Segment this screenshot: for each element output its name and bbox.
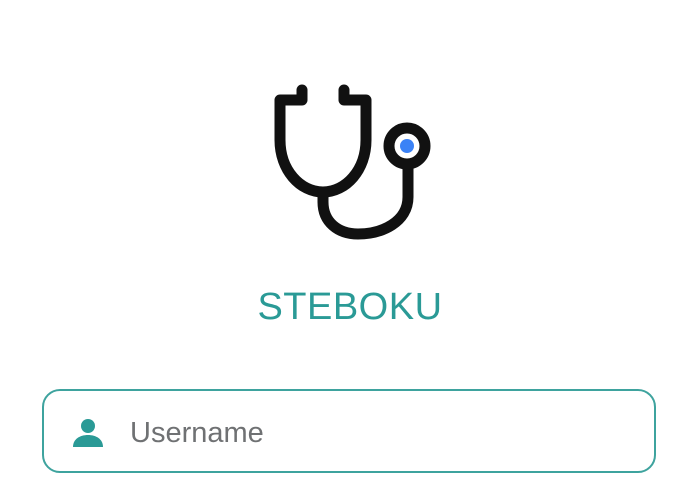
user-icon: [73, 419, 103, 447]
app-title: STEBOKU: [257, 286, 443, 328]
username-field[interactable]: [42, 389, 656, 473]
login-screen: STEBOKU: [0, 0, 700, 500]
stethoscope-icon: [274, 84, 431, 240]
username-input[interactable]: [130, 409, 630, 457]
